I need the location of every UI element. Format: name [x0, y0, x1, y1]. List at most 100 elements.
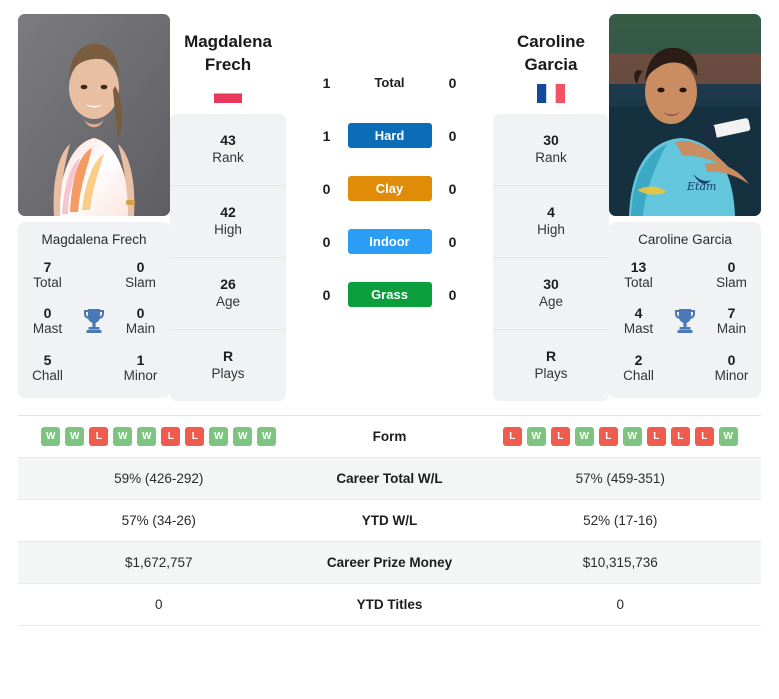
- h2h-clay-right: 0: [448, 180, 457, 197]
- france-flag-icon: [537, 83, 565, 103]
- left-stat-plays: R Plays: [211, 348, 245, 382]
- right-titles-card: Caroline Garcia 13 Total 0 Slam 4 Mast 7…: [609, 222, 761, 398]
- right-stat-plays: R Plays: [534, 348, 568, 382]
- form-badge-win[interactable]: W: [209, 427, 229, 446]
- h2h-row-total: 1 Total 0: [310, 70, 470, 95]
- right-titles-slam: 0 Slam: [716, 259, 747, 291]
- h2h-hard-left: 1: [322, 127, 331, 144]
- right-titles-main: 7 Main: [716, 305, 747, 337]
- left-player-name: Magdalena Frech: [184, 32, 272, 75]
- right-ytd-wl: 52% (17-16): [583, 513, 658, 528]
- form-badge-win[interactable]: W: [233, 427, 253, 446]
- left-form-badges: WWLWWLLWWW: [41, 427, 277, 446]
- right-stat-age: 30 Age: [493, 258, 609, 330]
- table-label-ytd-titles: YTD Titles: [356, 597, 423, 612]
- h2h-total-left: 1: [322, 74, 331, 91]
- trophy-icon: [662, 307, 708, 335]
- surface-badge-grass[interactable]: Grass: [347, 282, 432, 307]
- form-badge-loss[interactable]: L: [550, 427, 570, 446]
- table-row-career-wl: 59% (426-292) Career Total W/L 57% (459-…: [18, 458, 761, 500]
- table-label-prize: Career Prize Money: [326, 555, 453, 570]
- right-stats-column: Caroline Garcia 30 Rank 4 High 30 Age R …: [493, 14, 609, 401]
- h2h-indoor-left: 0: [322, 233, 331, 250]
- h2h-row-grass: 0 Grass 0: [310, 282, 470, 307]
- left-career-wl: 59% (426-292): [114, 471, 204, 486]
- form-badge-win[interactable]: W: [622, 427, 642, 446]
- form-badge-win[interactable]: W: [718, 427, 738, 446]
- h2h-row-hard: 1 Hard 0: [310, 123, 470, 148]
- form-badge-win[interactable]: W: [41, 427, 61, 446]
- form-badge-loss[interactable]: L: [89, 427, 109, 446]
- form-badge-win[interactable]: W: [113, 427, 133, 446]
- left-player-column: Magdalena Frech 7 Total 0 Slam 0 Mast 0 …: [18, 14, 170, 398]
- surface-badge-hard[interactable]: Hard: [347, 123, 432, 148]
- h2h-indoor-right: 0: [448, 233, 457, 250]
- form-badge-win[interactable]: W: [574, 427, 594, 446]
- svg-text:Etam: Etam: [686, 180, 716, 193]
- left-titles-total: 7 Total: [33, 259, 62, 291]
- surface-badge-clay[interactable]: Clay: [347, 176, 432, 201]
- trophy-icon: [71, 307, 117, 335]
- left-titles-card: Magdalena Frech 7 Total 0 Slam 0 Mast 0 …: [18, 222, 170, 398]
- left-stats-column: Magdalena Frech 43 Rank 42 High 26 Age R…: [170, 14, 286, 401]
- right-player-caption: Caroline Garcia: [638, 232, 732, 247]
- form-badge-loss[interactable]: L: [502, 427, 522, 446]
- right-titles-chall: 2 Chall: [623, 351, 654, 383]
- h2h-hard-right: 0: [448, 127, 457, 144]
- left-stat-high: 42 High: [170, 186, 286, 258]
- left-stat-card: 43 Rank 42 High 26 Age R Plays: [170, 114, 286, 401]
- table-row-ytd-titles: 0 YTD Titles 0: [18, 584, 761, 626]
- left-titles-slam: 0 Slam: [125, 259, 156, 291]
- right-player-name: Caroline Garcia: [516, 32, 586, 75]
- left-titles-mast: 0 Mast: [32, 305, 63, 337]
- h2h-row-clay: 0 Clay 0: [310, 176, 470, 201]
- right-stat-high: 4 High: [493, 186, 609, 258]
- left-form-cell: WWLWWLLWWW: [18, 427, 300, 446]
- top-comparison-area: Magdalena Frech 7 Total 0 Slam 0 Mast 0 …: [0, 0, 779, 401]
- table-row-form: WWLWWLLWWW Form LWLWLWLLLW: [18, 416, 761, 458]
- right-form-badges: LWLWLWLLLW: [502, 427, 738, 446]
- h2h-clay-left: 0: [322, 180, 331, 197]
- h2h-grass-left: 0: [322, 286, 331, 303]
- player-comparison-page: Magdalena Frech 7 Total 0 Slam 0 Mast 0 …: [0, 0, 779, 626]
- right-titles-grid: 13 Total 0 Slam 4 Mast 7 Main 2 Chall 0 …: [615, 259, 755, 384]
- form-badge-loss[interactable]: L: [598, 427, 618, 446]
- left-ytd-wl: 57% (34-26): [121, 513, 196, 528]
- form-badge-loss[interactable]: L: [694, 427, 714, 446]
- right-titles-total: 13 Total: [624, 259, 653, 291]
- form-badge-loss[interactable]: L: [185, 427, 205, 446]
- right-career-wl: 57% (459-351): [575, 471, 665, 486]
- left-titles-minor: 1 Minor: [123, 351, 158, 383]
- left-prize-money: $1,672,757: [124, 555, 193, 570]
- left-stat-rank: 43 Rank: [170, 114, 286, 186]
- right-player-photo: Etam: [609, 14, 761, 216]
- surface-label-total: Total: [374, 75, 405, 90]
- left-stat-age: 26 Age: [170, 258, 286, 330]
- right-titles-minor: 0 Minor: [714, 351, 749, 383]
- h2h-row-indoor: 0 Indoor 0: [310, 229, 470, 254]
- table-label-career-wl: Career Total W/L: [336, 471, 443, 486]
- right-ytd-titles: 0: [616, 597, 624, 612]
- form-badge-win[interactable]: W: [137, 427, 157, 446]
- table-label-form: Form: [372, 429, 407, 444]
- right-form-cell: LWLWLWLLLW: [480, 427, 762, 446]
- left-player-caption: Magdalena Frech: [41, 232, 147, 247]
- right-prize-money: $10,315,736: [582, 555, 658, 570]
- form-badge-win[interactable]: W: [65, 427, 85, 446]
- form-badge-loss[interactable]: L: [161, 427, 181, 446]
- left-ytd-titles: 0: [154, 597, 163, 612]
- form-badge-win[interactable]: W: [526, 427, 546, 446]
- right-titles-mast: 4 Mast: [623, 305, 654, 337]
- surface-badge-indoor[interactable]: Indoor: [347, 229, 432, 254]
- right-player-name-header: Caroline Garcia: [493, 14, 609, 114]
- form-badge-win[interactable]: W: [257, 427, 277, 446]
- right-stat-rank: 30 Rank: [493, 114, 609, 186]
- form-badge-loss[interactable]: L: [646, 427, 666, 446]
- form-badge-loss[interactable]: L: [670, 427, 690, 446]
- left-titles-chall: 5 Chall: [32, 351, 63, 383]
- h2h-grass-right: 0: [448, 286, 457, 303]
